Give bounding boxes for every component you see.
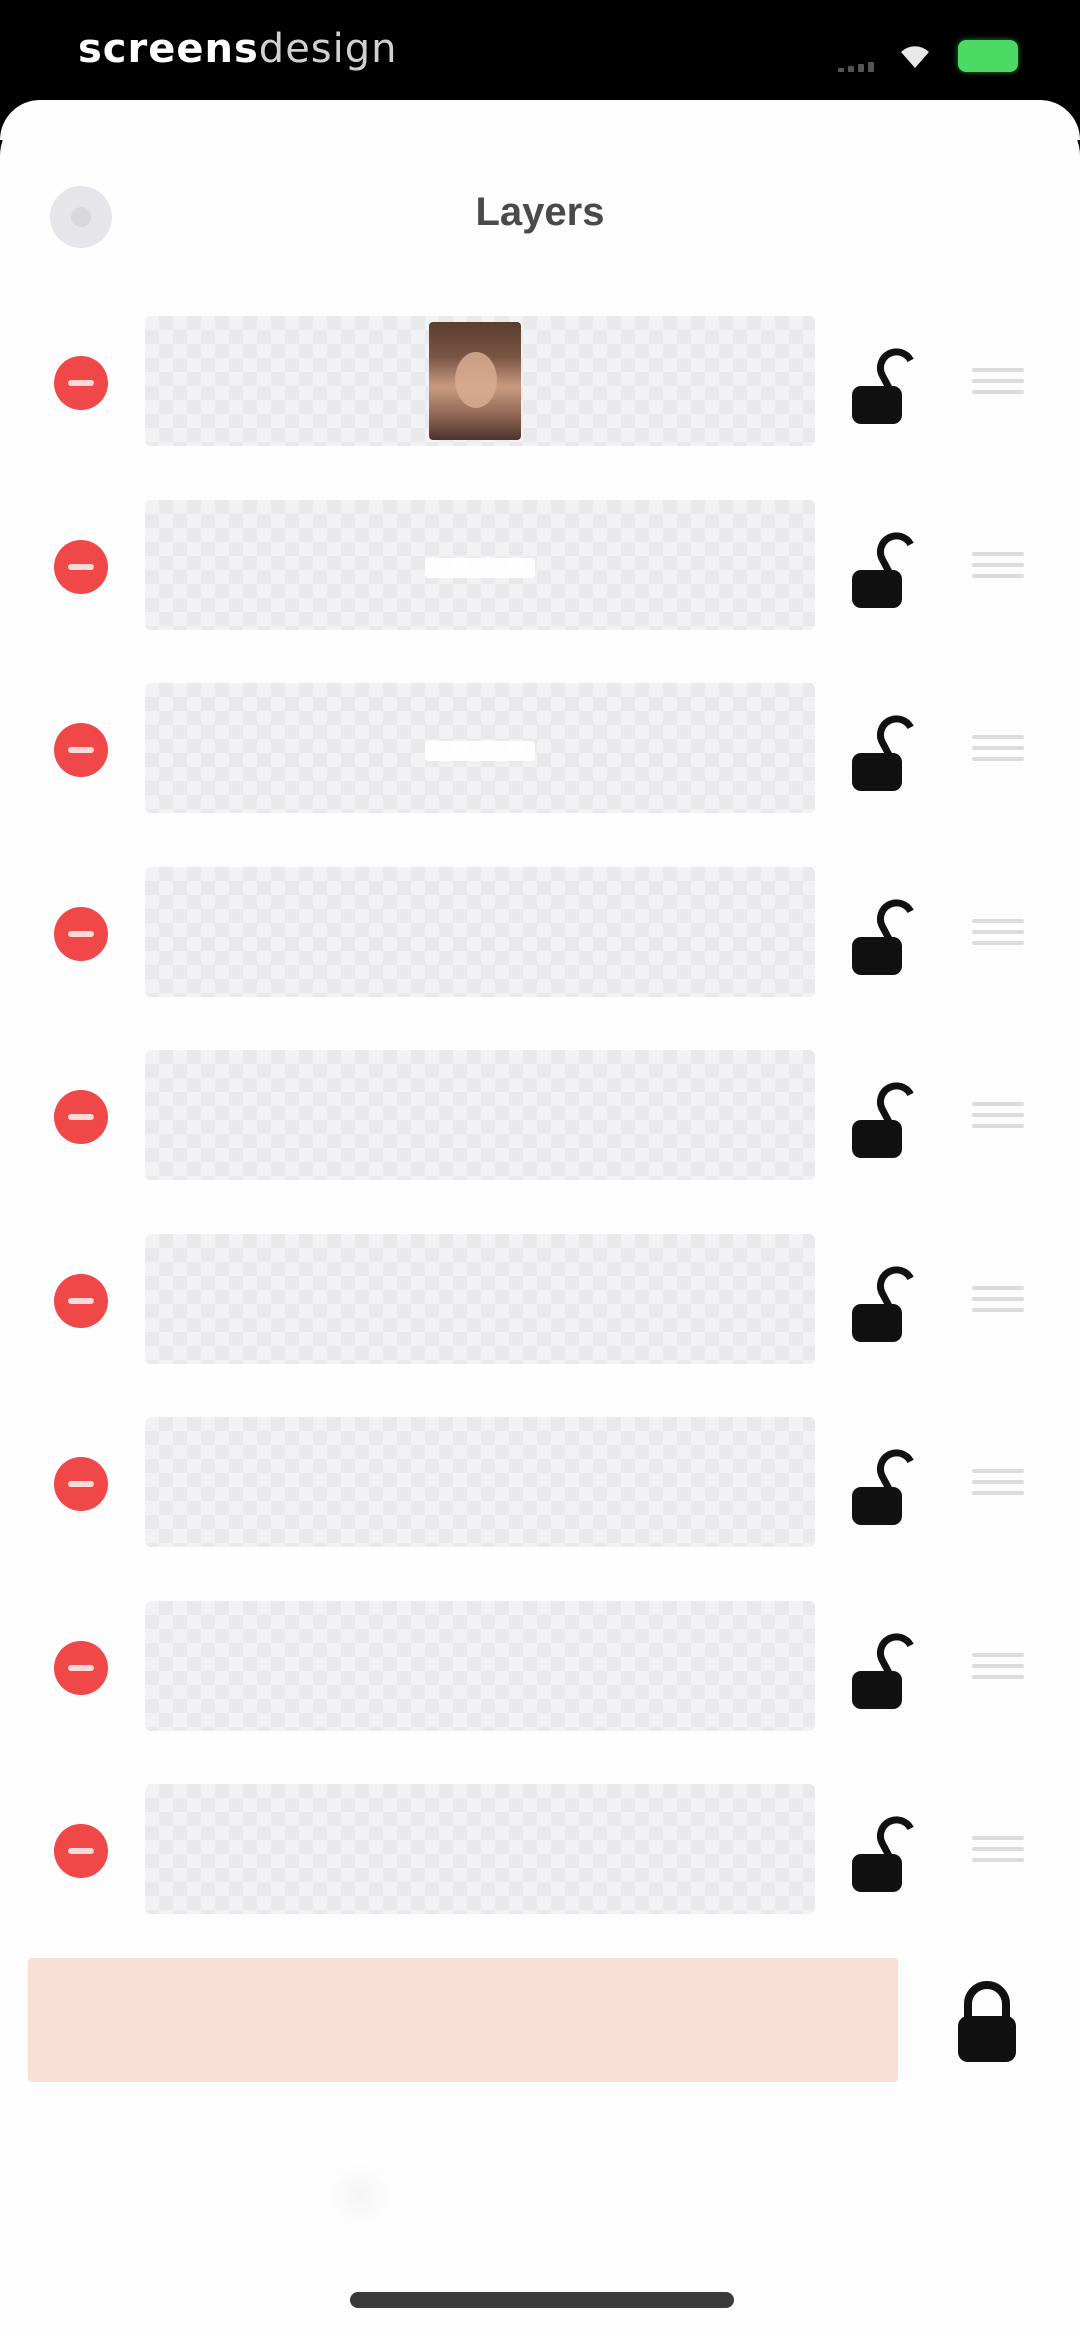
layer-row[interactable] (0, 306, 1080, 456)
layer-row[interactable] (0, 1407, 1080, 1557)
drag-handle-icon[interactable] (972, 1469, 1024, 1495)
delete-layer-button[interactable] (54, 1824, 108, 1878)
status-title: screensdesign (78, 26, 398, 72)
drag-handle-icon[interactable] (972, 1653, 1024, 1679)
drag-handle-icon[interactable] (972, 1836, 1024, 1862)
drag-handle-icon[interactable] (972, 1102, 1024, 1128)
battery-icon (958, 40, 1018, 72)
layer-row[interactable] (0, 490, 1080, 640)
status-title-light: design (258, 26, 398, 72)
layer-shape-preview (425, 558, 535, 578)
layer-row[interactable] (0, 857, 1080, 1007)
drag-handle-icon[interactable] (972, 919, 1024, 945)
lock-open-icon[interactable] (848, 1621, 932, 1711)
layer-photo-preview (429, 322, 521, 440)
layer-thumbnail[interactable] (145, 316, 815, 446)
drag-handle-icon[interactable] (972, 1286, 1024, 1312)
lock-open-icon[interactable] (848, 1254, 932, 1344)
lock-open-icon[interactable] (848, 1437, 932, 1527)
delete-layer-button[interactable] (54, 1090, 108, 1144)
delete-layer-button[interactable] (54, 1641, 108, 1695)
layer-row[interactable] (0, 1591, 1080, 1741)
delete-layer-button[interactable] (54, 1457, 108, 1511)
drag-handle-icon[interactable] (972, 368, 1024, 394)
lock-open-icon[interactable] (848, 887, 932, 977)
layer-thumbnail[interactable] (145, 1234, 815, 1364)
home-indicator[interactable] (350, 2292, 734, 2308)
layer-thumbnail[interactable] (145, 1050, 815, 1180)
lock-closed-icon[interactable] (952, 1974, 1022, 2068)
layer-row[interactable] (0, 1224, 1080, 1374)
app-screen: screensdesign Layers (0, 0, 1080, 2336)
layer-row[interactable] (0, 1774, 1080, 1924)
drag-handle-icon[interactable] (972, 552, 1024, 578)
wifi-icon (901, 46, 929, 68)
delete-layer-button[interactable] (54, 907, 108, 961)
lock-open-icon[interactable] (848, 1070, 932, 1160)
drag-handle-icon[interactable] (972, 735, 1024, 761)
signal-icon (838, 60, 874, 72)
lock-open-icon[interactable] (848, 703, 932, 793)
lock-open-icon[interactable] (848, 1804, 932, 1894)
layer-thumbnail[interactable] (145, 1417, 815, 1547)
background-color-swatch[interactable] (28, 1958, 898, 2082)
layer-thumbnail[interactable] (145, 500, 815, 630)
layer-thumbnail[interactable] (145, 1601, 815, 1731)
delete-layer-button[interactable] (54, 723, 108, 777)
lock-open-icon[interactable] (848, 520, 932, 610)
page-title: Layers (475, 190, 605, 234)
background-layer-row[interactable] (0, 1958, 1080, 2082)
status-title-bold: screens (78, 26, 259, 72)
delete-layer-button[interactable] (54, 540, 108, 594)
layer-row[interactable] (0, 1040, 1080, 1190)
layer-thumbnail[interactable] (145, 1784, 815, 1914)
watermark-mark (330, 2160, 390, 2230)
delete-layer-button[interactable] (54, 1274, 108, 1328)
lock-open-icon[interactable] (848, 336, 932, 426)
layer-thumbnail[interactable] (145, 867, 815, 997)
layer-thumbnail[interactable] (145, 683, 815, 813)
layer-shape-preview (425, 741, 535, 761)
status-bar: screensdesign (0, 0, 1080, 100)
layer-row[interactable] (0, 673, 1080, 823)
delete-layer-button[interactable] (54, 356, 108, 410)
